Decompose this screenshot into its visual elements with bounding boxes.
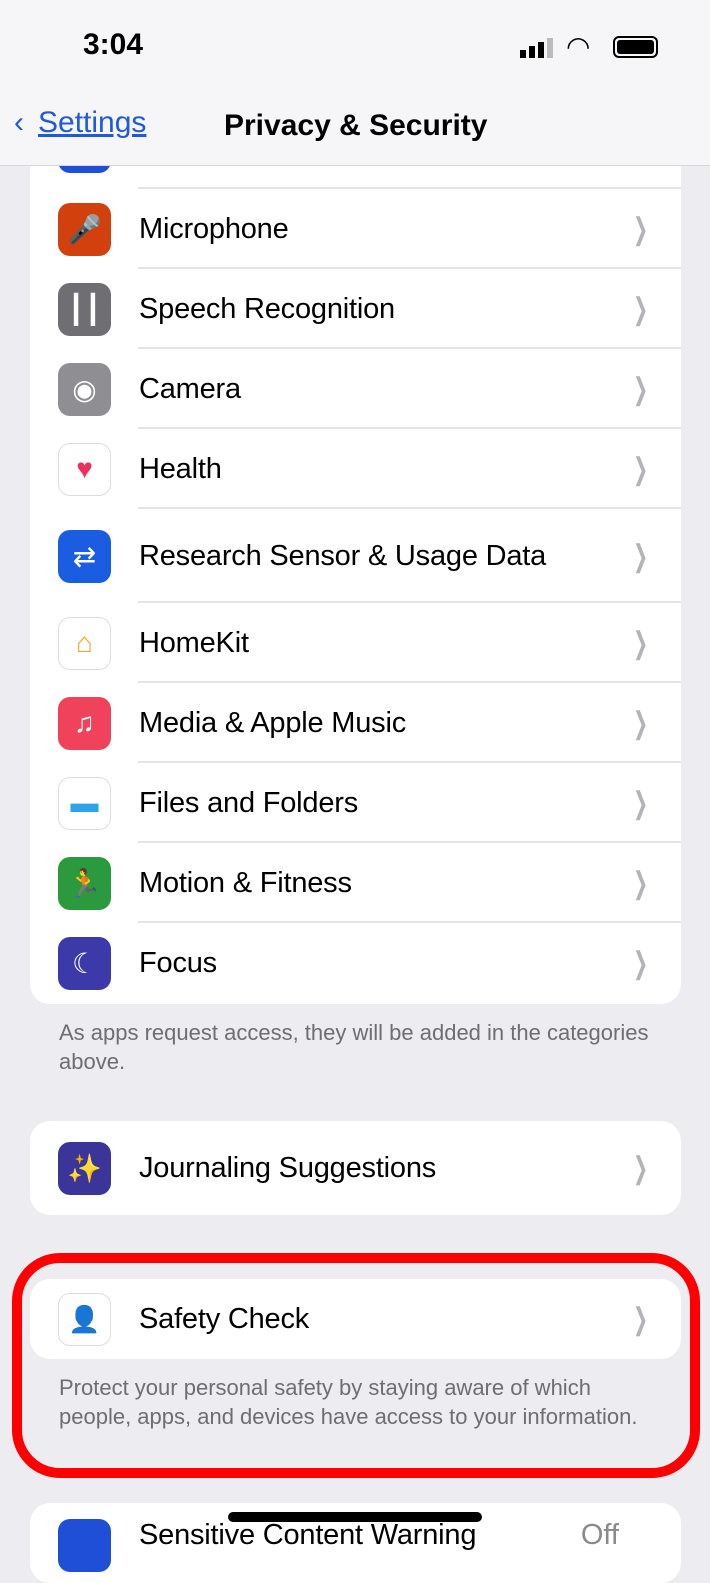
battery-icon [613, 36, 658, 58]
chevron-right-icon: ❯ [632, 866, 648, 900]
list-item[interactable]: ◉ Camera ❯ [30, 349, 681, 429]
list-item[interactable]: ⇄ Research Sensor & Usage Data ❯ [30, 509, 681, 603]
folder-icon: ▬ [58, 776, 111, 830]
list-item[interactable]: 🏃 Motion & Fitness ❯ [30, 843, 681, 923]
chevron-right-icon: ❯ [632, 706, 648, 740]
chevron-right-icon: ❯ [632, 786, 648, 820]
research-icon: ⇄ [58, 529, 111, 583]
journaling-card: ✨ Journaling Suggestions ❯ [30, 1121, 681, 1215]
home-indicator [228, 1512, 482, 1522]
chevron-right-icon: ❯ [632, 452, 648, 486]
heart-icon: ♥ [58, 442, 111, 496]
list-footer: As apps request access, they will be add… [59, 1020, 649, 1074]
chevron-right-icon: ❯ [632, 539, 648, 573]
nav-bar: ‹ Settings Privacy & Security [0, 90, 710, 166]
list-item[interactable]: ┃┃ Speech Recognition ❯ [30, 269, 681, 349]
chevron-right-icon: ❯ [632, 1151, 648, 1185]
microphone-icon: 🎤 [58, 202, 111, 256]
chevron-right-icon: ❯ [632, 372, 648, 406]
signal-icon [520, 38, 553, 58]
back-button[interactable]: ‹ Settings [14, 106, 146, 140]
list-item[interactable]: ♫ Media & Apple Music ❯ [30, 683, 681, 763]
journaling-suggestions-item[interactable]: ✨ Journaling Suggestions ❯ [30, 1121, 681, 1215]
list-item[interactable]: 🎤 Microphone ❯ [30, 189, 681, 269]
sensitive-icon [58, 1519, 111, 1572]
waveform-icon: ┃┃ [58, 282, 111, 336]
moon-icon: ☾ [58, 936, 111, 990]
list-item[interactable]: ☾ Focus ❯ [30, 923, 681, 1003]
camera-icon: ◉ [58, 362, 111, 416]
highlight-outline [12, 1253, 700, 1478]
list-item[interactable]: ♥ Health ❯ [30, 429, 681, 509]
chevron-right-icon: ❯ [632, 292, 648, 326]
status-bar: 3:04 ◠ [0, 0, 710, 90]
home-icon: ⌂ [58, 616, 111, 670]
status-time: 3:04 [83, 28, 144, 61]
chevron-right-icon: ❯ [632, 626, 648, 660]
chevron-right-icon: ❯ [632, 946, 648, 980]
chevron-right-icon: ❯ [632, 212, 648, 246]
list-item[interactable]: ⌂ HomeKit ❯ [30, 603, 681, 683]
wifi-icon: ◠ [566, 31, 591, 62]
chevron-left-icon: ‹ [14, 106, 24, 139]
magic-wand-icon: ✨ [58, 1141, 111, 1195]
running-figure-icon: 🏃 [58, 856, 111, 910]
page-title: Privacy & Security [224, 109, 488, 142]
list-item[interactable]: ▬ Files and Folders ❯ [30, 763, 681, 843]
music-note-icon: ♫ [58, 696, 111, 750]
permissions-list: 🎤 Microphone ❯ ┃┃ Speech Recognition ❯ ◉… [30, 150, 681, 1004]
